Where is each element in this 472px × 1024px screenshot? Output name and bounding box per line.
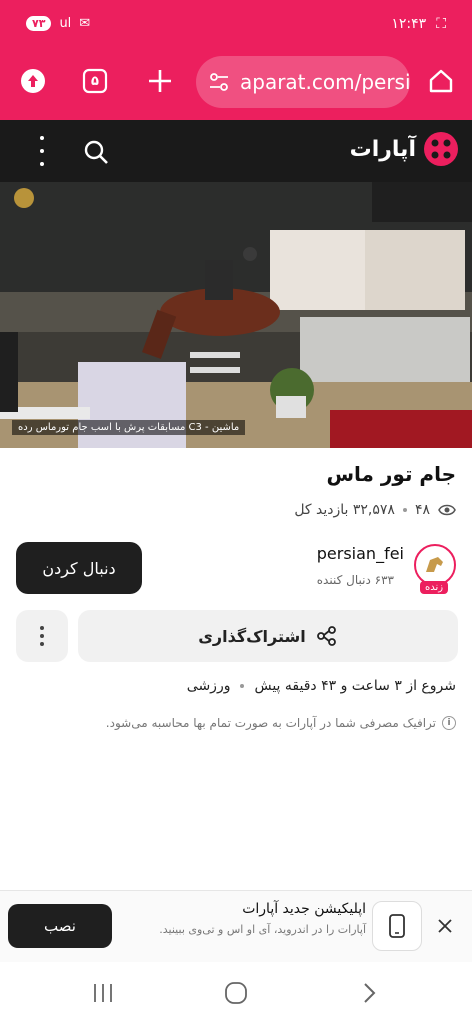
video-title: جام تور ماس (326, 462, 456, 486)
upload-icon[interactable] (16, 64, 50, 98)
home-nav-icon[interactable] (221, 980, 251, 1006)
battery-indicator: ۷۳ (26, 16, 52, 31)
video-frame (0, 182, 472, 448)
close-icon[interactable] (434, 915, 456, 937)
total-views: ۳۲,۵۷۸ بازدید کل (294, 502, 395, 518)
more-menu-icon[interactable] (30, 136, 54, 166)
status-time: ۱۲:۴۳ (391, 16, 427, 32)
share-icon (316, 626, 336, 646)
info-icon: i (442, 716, 456, 730)
notification-icon: ✉ (79, 16, 91, 31)
site-header: آپارات (0, 120, 472, 182)
install-button[interactable]: نصب (8, 904, 112, 948)
channel-name[interactable]: persian_fei (317, 544, 404, 563)
url-bar[interactable]: aparat.com/persi (196, 56, 410, 108)
more-options-button[interactable] (16, 610, 68, 662)
screen-record-icon: ⛶ (436, 16, 446, 32)
tabs-button[interactable]: ۵ (78, 64, 112, 98)
eye-icon (438, 504, 456, 516)
share-label: اشتراک‌گذاری (198, 626, 306, 646)
channel-info[interactable]: زنده persian_fei ۶۳۳ دنبال کننده (316, 540, 456, 594)
promo-subtitle: آپارات را در اندروید، آی او اس و تی‌وی ب… (159, 923, 366, 936)
follow-button[interactable]: دنبال کردن (16, 542, 142, 594)
site-settings-icon[interactable] (208, 71, 230, 93)
video-caption: مسابقات پرش با اسب جام تورماس رده C3 - م… (12, 420, 246, 435)
signal-icon: ul (59, 16, 72, 31)
live-badge: زنده (420, 581, 449, 594)
back-icon[interactable] (354, 980, 384, 1006)
system-nav-bar (0, 962, 472, 1024)
live-viewers: ۴۸ (414, 502, 430, 518)
traffic-notice: i ترافیک مصرفی شما در آپارات به صورت تما… (106, 716, 456, 730)
video-meta: شروع از ۳ ساعت و ۴۳ دقیقه پیش ورزشی (187, 678, 456, 694)
phone-icon (372, 901, 422, 951)
share-button[interactable]: اشتراک‌گذاری (78, 610, 458, 662)
start-time: شروع از ۳ ساعت و ۴۳ دقیقه پیش (254, 678, 456, 694)
promo-title: اپلیکیشن جدید آپارات (242, 901, 366, 917)
video-stats: ۴۸ ۳۲,۵۷۸ بازدید کل (294, 502, 456, 518)
channel-avatar[interactable]: زنده (414, 544, 456, 594)
video-player[interactable]: مسابقات پرش با اسب جام تورماس رده C3 - م… (0, 182, 472, 448)
follower-count: ۶۳۳ دنبال کننده (316, 573, 394, 587)
traffic-notice-text: ترافیک مصرفی شما در آپارات به صورت تمام … (105, 716, 436, 730)
url-text: aparat.com/persi (240, 70, 410, 94)
new-tab-icon[interactable] (143, 64, 177, 98)
app-promo-banner: نصب اپلیکیشن جدید آپارات آپارات را در ان… (0, 890, 472, 962)
home-icon[interactable] (424, 64, 458, 98)
browser-toolbar: ۵ aparat.com/persi (0, 42, 472, 120)
search-icon[interactable] (82, 138, 110, 166)
logo-text: آپارات (349, 136, 416, 162)
aparat-logo-icon (424, 132, 458, 166)
category-link[interactable]: ورزشی (187, 678, 231, 694)
tab-count: ۵ (91, 73, 99, 89)
aparat-logo[interactable]: آپارات (350, 132, 458, 166)
recent-apps-icon[interactable] (88, 980, 118, 1006)
separator-dot (240, 684, 245, 688)
separator-dot (402, 508, 407, 512)
horse-logo-icon (426, 557, 443, 572)
